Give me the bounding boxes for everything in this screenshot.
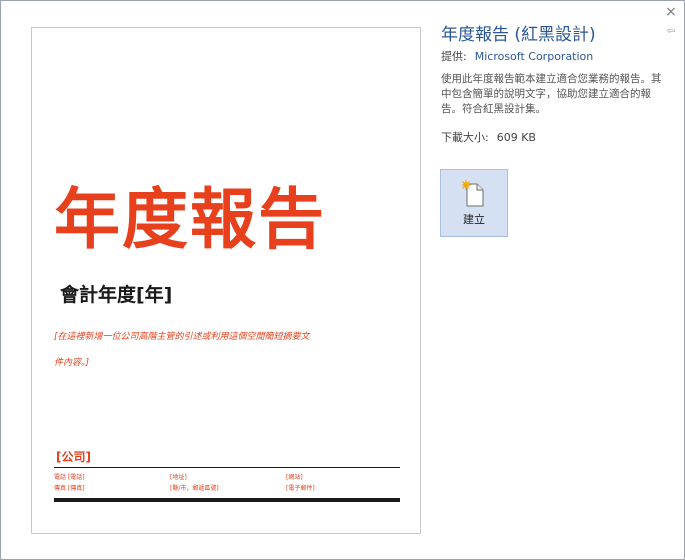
preview-website: [網站] — [286, 474, 303, 481]
preview-bottom-rule — [54, 498, 400, 502]
provider-label: 提供: — [441, 50, 467, 63]
create-label: 建立 — [463, 213, 485, 226]
template-preview-page: 年度報告 會計年度[年] [在這裡新增一位公司高階主管的引述或利用這個空間簡短摘… — [31, 27, 421, 534]
download-size-label: 下載大小: — [441, 131, 489, 144]
download-size-value: 609 KB — [496, 131, 536, 144]
create-button[interactable]: 建立 — [440, 169, 508, 237]
provider-link[interactable]: Microsoft Corporation — [475, 50, 594, 63]
preview-email: [電子郵件] — [286, 485, 315, 492]
close-icon[interactable]: × — [661, 3, 681, 21]
preview-city: [縣/市，郵遞區號] — [170, 485, 219, 492]
preview-company: [公司] — [56, 450, 91, 464]
preview-subtitle: 會計年度[年] — [60, 284, 173, 306]
preview-contact: 電話 [電話] 傳真 [傳真] — [54, 472, 85, 494]
preview-description: [在這裡新增一位公司高階主管的引述或利用這個空間簡短摘要文 件內容。] — [54, 324, 354, 376]
preview-description-line-2: 件內容。] — [54, 358, 90, 368]
preview-web-block: [網站] [電子郵件] — [286, 472, 315, 494]
preview-title: 年度報告 — [54, 181, 326, 258]
new-document-icon — [462, 180, 484, 207]
template-title: 年度報告 (紅黑設計) — [441, 25, 596, 45]
preview-address-block: [地址] [縣/市，郵遞區號] — [170, 472, 219, 494]
preview-fax: 傳真 [傳真] — [54, 485, 85, 492]
preview-divider — [54, 467, 400, 468]
preview-description-line-1: [在這裡新增一位公司高階主管的引述或利用這個空間簡短摘要文 — [54, 332, 310, 342]
template-description: 使用此年度報告範本建立適合您業務的報告。其中包含簡單的說明文字，協助您建立適合的… — [441, 73, 662, 115]
template-preview-dialog: × ⇦ 年度報告 會計年度[年] [在這裡新增一位公司高階主管的引述或利用這個空… — [0, 0, 685, 560]
download-size-row: 下載大小: 609 KB — [441, 129, 536, 145]
provider-row: 提供: Microsoft Corporation — [441, 48, 593, 64]
preview-phone: 電話 [電話] — [54, 474, 85, 481]
preview-address: [地址] — [170, 474, 187, 481]
pin-icon[interactable]: ⇦ — [663, 25, 679, 39]
